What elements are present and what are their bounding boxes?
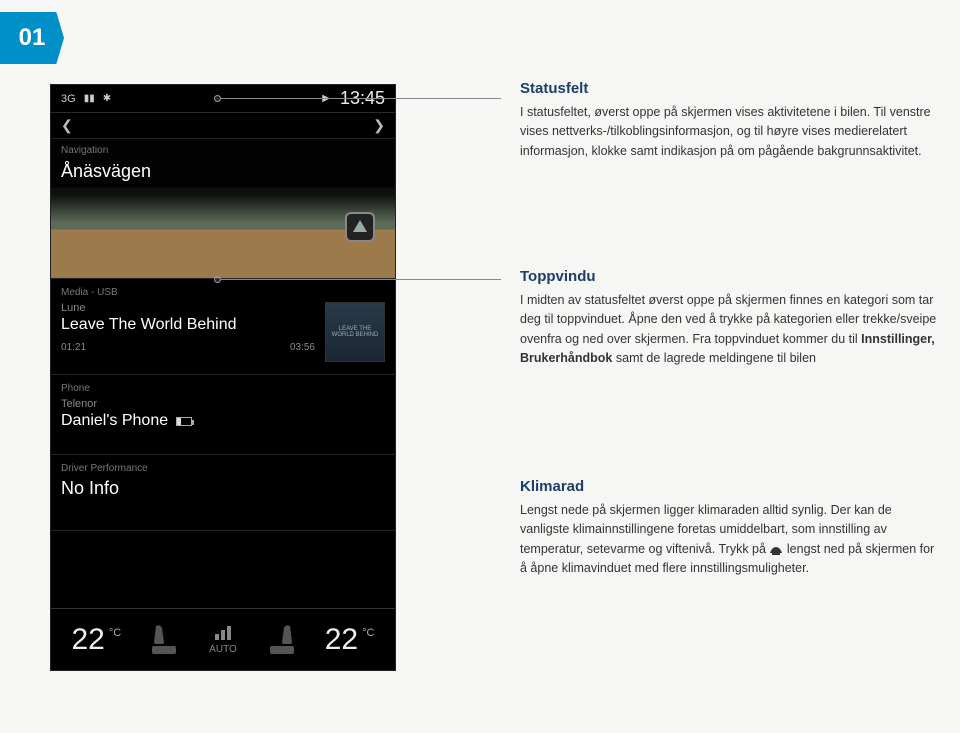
- fan-bars-icon: [209, 624, 237, 640]
- tile-phone[interactable]: Phone Telenor Daniel's Phone: [51, 375, 395, 455]
- page-number-badge: 01: [0, 12, 64, 64]
- bluetooth-icon: ✱: [103, 93, 111, 104]
- album-cover: LEAVE THE WORLD BEHIND: [325, 302, 385, 362]
- climate-auto[interactable]: AUTO: [209, 624, 237, 655]
- media-artist: Lune: [61, 302, 315, 314]
- signal-icon: ▮▮: [84, 93, 95, 104]
- phone-operator: Telenor: [61, 398, 385, 410]
- temp-right-value: 22: [325, 623, 358, 657]
- seat-left-icon[interactable]: [150, 624, 180, 656]
- section-title: Klimarad: [520, 478, 940, 495]
- temp-left[interactable]: 22 °C: [71, 623, 121, 657]
- nav-street: Ånäsvägen: [61, 161, 151, 182]
- media-label: Media - USB: [61, 287, 385, 298]
- section-title: Toppvindu: [520, 268, 940, 285]
- phone-device-name: Daniel's Phone: [61, 412, 168, 430]
- perf-value: No Info: [61, 478, 385, 499]
- callout-dot: [214, 95, 221, 102]
- tile-media[interactable]: Media - USB Lune Leave The World Behind …: [51, 279, 395, 375]
- section-body: I midten av statusfeltet øverst oppe på …: [520, 291, 940, 369]
- phone-label: Phone: [61, 383, 385, 394]
- center-display-mockup: 3G ▮▮ ✱ ▶ 13:45 ❮ ❯ Navigation Ånäsvägen…: [50, 84, 396, 671]
- chevron-right-icon[interactable]: ❯: [373, 117, 385, 134]
- callout-line: [221, 98, 501, 99]
- media-total: 03:56: [290, 342, 315, 353]
- callout-dot: [214, 276, 221, 283]
- media-track: Leave The World Behind: [61, 316, 315, 334]
- auto-label: AUTO: [209, 644, 237, 655]
- callout-line: [221, 279, 501, 280]
- battery-icon: [176, 417, 192, 426]
- section-klimarad: Klimarad Lengst nede på skjermen ligger …: [520, 478, 940, 579]
- section-statusfelt: Statusfelt I statusfeltet, øverst oppe p…: [520, 80, 940, 161]
- tile-driver-performance[interactable]: Driver Performance No Info: [51, 455, 395, 531]
- status-bar[interactable]: 3G ▮▮ ✱ ▶ 13:45: [51, 85, 395, 113]
- section-title: Statusfelt: [520, 80, 940, 97]
- section-body: I statusfeltet, øverst oppe på skjermen …: [520, 103, 940, 161]
- media-elapsed: 01:21: [61, 342, 86, 353]
- section-body: Lengst nede på skjermen ligger klimarade…: [520, 501, 940, 579]
- temp-right-unit: °C: [362, 627, 374, 639]
- nav-label: Navigation: [61, 145, 108, 156]
- pager-row[interactable]: ❮ ❯: [51, 113, 395, 139]
- chevron-left-icon[interactable]: ❮: [61, 117, 73, 134]
- tile-navigation[interactable]: Navigation Ånäsvägen: [51, 139, 395, 279]
- climate-bar[interactable]: 22 °C AUTO 22 °C: [51, 608, 395, 670]
- network-label: 3G: [61, 93, 76, 105]
- temp-right[interactable]: 22 °C: [325, 623, 375, 657]
- section-toppvindu: Toppvindu I midten av statusfeltet øvers…: [520, 268, 940, 369]
- seat-right-icon[interactable]: [266, 624, 296, 656]
- climate-inline-icon: [769, 543, 783, 555]
- temp-left-value: 22: [71, 623, 104, 657]
- perf-label: Driver Performance: [61, 463, 385, 474]
- temp-left-unit: °C: [109, 627, 121, 639]
- car-position-icon: [345, 212, 375, 242]
